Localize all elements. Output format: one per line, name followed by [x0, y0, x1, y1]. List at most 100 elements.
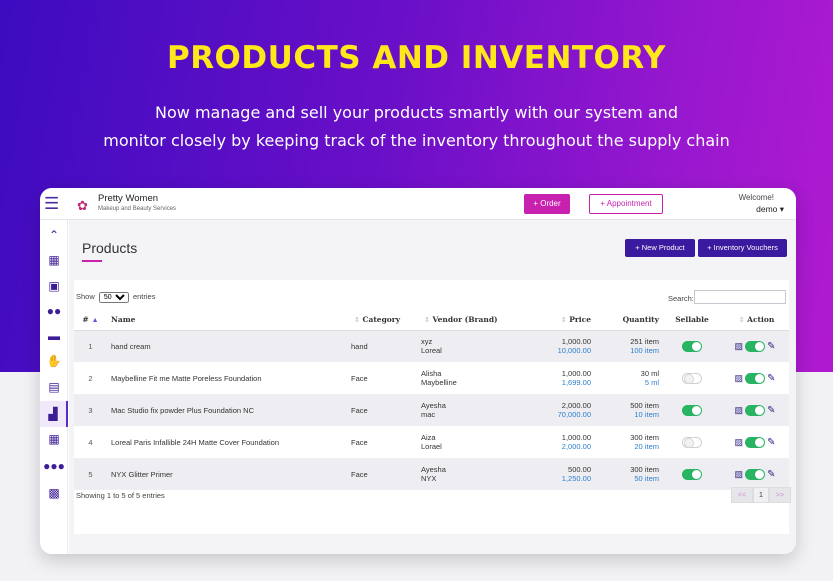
- inventory-vouchers-button[interactable]: + Inventory Vouchers: [698, 239, 787, 257]
- sellable-toggle[interactable]: [682, 340, 702, 352]
- calculator-icon[interactable]: ▩: [40, 486, 68, 500]
- product-quantity: 300 item 20 item: [595, 426, 663, 458]
- product-name: Mac Studio fix powder Plus Foundation NC: [107, 394, 347, 426]
- edit-pencil-icon[interactable]: ✎: [767, 437, 775, 448]
- product-name: hand cream: [107, 330, 347, 362]
- pagination-prev[interactable]: <<: [731, 487, 753, 503]
- col-header-price[interactable]: ⇕ Price: [527, 309, 595, 331]
- pagination-next[interactable]: >>: [769, 487, 791, 503]
- sellable-toggle[interactable]: [682, 436, 702, 448]
- active-toggle[interactable]: [745, 372, 766, 384]
- reorder-quantity: 100 item: [630, 346, 659, 356]
- action-cell: ▨ ✎: [721, 426, 789, 458]
- col-header-category[interactable]: ⇕ Category: [347, 309, 417, 331]
- brand-name: Loreal: [421, 346, 442, 356]
- search-label: Search:: [668, 294, 694, 303]
- product-price: 500.00 1,250.00: [527, 458, 595, 490]
- search-input[interactable]: [694, 290, 786, 304]
- cost-price: 1,000.00: [561, 337, 591, 347]
- table-info: Showing 1 to 5 of 5 entries: [76, 491, 165, 500]
- image-icon[interactable]: ▨: [735, 405, 744, 415]
- product-quantity: 300 item 50 item: [595, 458, 663, 490]
- col-header-action[interactable]: ⇕ Action: [721, 309, 789, 331]
- image-icon[interactable]: ▨: [735, 341, 744, 351]
- col-header-quantity[interactable]: Quantity: [595, 309, 663, 331]
- products-table: # ▲ Name ⇕ Category ⇕ Vendor (Brand) ⇕ Pr…: [74, 309, 789, 490]
- sale-price: 1,250.00: [561, 474, 591, 483]
- col-header-number[interactable]: # ▲: [74, 309, 107, 331]
- action-cell: ▨ ✎: [721, 458, 789, 490]
- sellable-cell: [663, 362, 721, 394]
- edit-pencil-icon[interactable]: ✎: [767, 341, 775, 352]
- sale-price: 1,699.00: [561, 378, 591, 387]
- sellable-toggle[interactable]: [682, 468, 702, 480]
- users-icon[interactable]: ●●: [40, 304, 68, 318]
- product-price: 1,000.00 1,699.00: [527, 362, 595, 394]
- col-header-sellable[interactable]: Sellable: [663, 309, 721, 331]
- product-name: Loreal Paris Infallible 24H Matte Cover …: [111, 437, 280, 447]
- product-vendor-brand: Ayesha NYX: [417, 458, 527, 490]
- col-header-vendor[interactable]: ⇕ Vendor (Brand): [417, 309, 527, 331]
- product-category: hand: [347, 330, 417, 362]
- stock-quantity: 300 item: [630, 465, 659, 474]
- table-row: 3 Mac Studio fix powder Plus Foundation N…: [74, 394, 789, 426]
- brand-name: NYX: [421, 474, 437, 483]
- user-group-icon[interactable]: ●●●: [40, 459, 68, 473]
- edit-pencil-icon[interactable]: ✎: [767, 469, 775, 480]
- calendar-check-icon[interactable]: ▣: [40, 279, 68, 293]
- sale-price: 10,000.00: [557, 346, 591, 356]
- product-category: Face: [351, 373, 368, 383]
- image-icon[interactable]: ▨: [735, 469, 744, 479]
- page-size-select[interactable]: 50: [98, 292, 129, 303]
- warehouse-icon[interactable]: ▟: [40, 401, 68, 427]
- product-name: NYX Glitter Primer: [107, 458, 347, 490]
- new-appointment-button[interactable]: + Appointment: [589, 194, 663, 214]
- vendor-name: Aiza: [421, 433, 436, 442]
- col-header-name[interactable]: Name: [107, 309, 347, 331]
- pagination: << 1 >>: [731, 487, 791, 503]
- handshake-icon[interactable]: ✋: [40, 354, 68, 368]
- user-menu[interactable]: demo ▾: [756, 204, 784, 215]
- hamburger-menu-icon[interactable]: ☰: [44, 194, 59, 214]
- sellable-toggle[interactable]: [682, 372, 702, 384]
- action-cell: ▨ ✎: [721, 362, 789, 394]
- product-price: 2,000.00 70,000.00: [527, 394, 595, 426]
- image-icon[interactable]: ▨: [735, 373, 744, 383]
- vendor-name: xyz: [421, 337, 433, 347]
- sale-price: 70,000.00: [557, 410, 591, 419]
- brand-name: Maybelline: [421, 378, 457, 387]
- stock-quantity: 30 ml: [640, 369, 659, 378]
- pagination-page-1[interactable]: 1: [753, 487, 769, 503]
- active-toggle[interactable]: [745, 404, 766, 416]
- title-underline: [82, 260, 102, 262]
- brand-name: Lorael: [421, 442, 442, 451]
- stock-quantity: 500 item: [630, 401, 659, 410]
- vendor-name: Ayesha: [421, 465, 446, 474]
- row-number: 2: [88, 373, 93, 383]
- product-name: Maybelline Fit me Matte Poreless Foundat…: [111, 373, 262, 383]
- boxes-icon[interactable]: ▦: [40, 253, 68, 267]
- new-order-button[interactable]: + Order: [524, 194, 570, 214]
- chevrons-up-icon[interactable]: ⌃: [40, 228, 68, 242]
- page-size-control: Show 50 entries: [76, 292, 155, 303]
- product-category: Face: [351, 437, 368, 447]
- cost-price: 2,000.00: [561, 401, 591, 410]
- active-toggle[interactable]: [745, 468, 766, 480]
- clipboard-icon[interactable]: ▤: [40, 380, 68, 394]
- active-toggle[interactable]: [745, 340, 766, 352]
- cost-price: 1,000.00: [561, 433, 591, 442]
- grid-icon[interactable]: ▦: [40, 432, 68, 446]
- product-quantity: 30 ml 5 ml: [595, 362, 663, 394]
- row-number: 3: [74, 394, 107, 426]
- sellable-toggle[interactable]: [682, 404, 702, 416]
- image-icon[interactable]: ▨: [735, 437, 744, 447]
- show-label: Show: [76, 292, 95, 301]
- active-toggle[interactable]: [745, 436, 766, 448]
- product-price: 1,000.00 2,000.00: [527, 426, 595, 458]
- new-product-button[interactable]: + New Product: [625, 239, 695, 257]
- edit-pencil-icon[interactable]: ✎: [767, 405, 775, 416]
- vendor-name: Alisha: [421, 369, 442, 378]
- hero-title: PRODUCTS AND INVENTORY: [166, 40, 667, 76]
- edit-pencil-icon[interactable]: ✎: [767, 373, 775, 384]
- credit-card-icon[interactable]: ▬: [40, 329, 68, 343]
